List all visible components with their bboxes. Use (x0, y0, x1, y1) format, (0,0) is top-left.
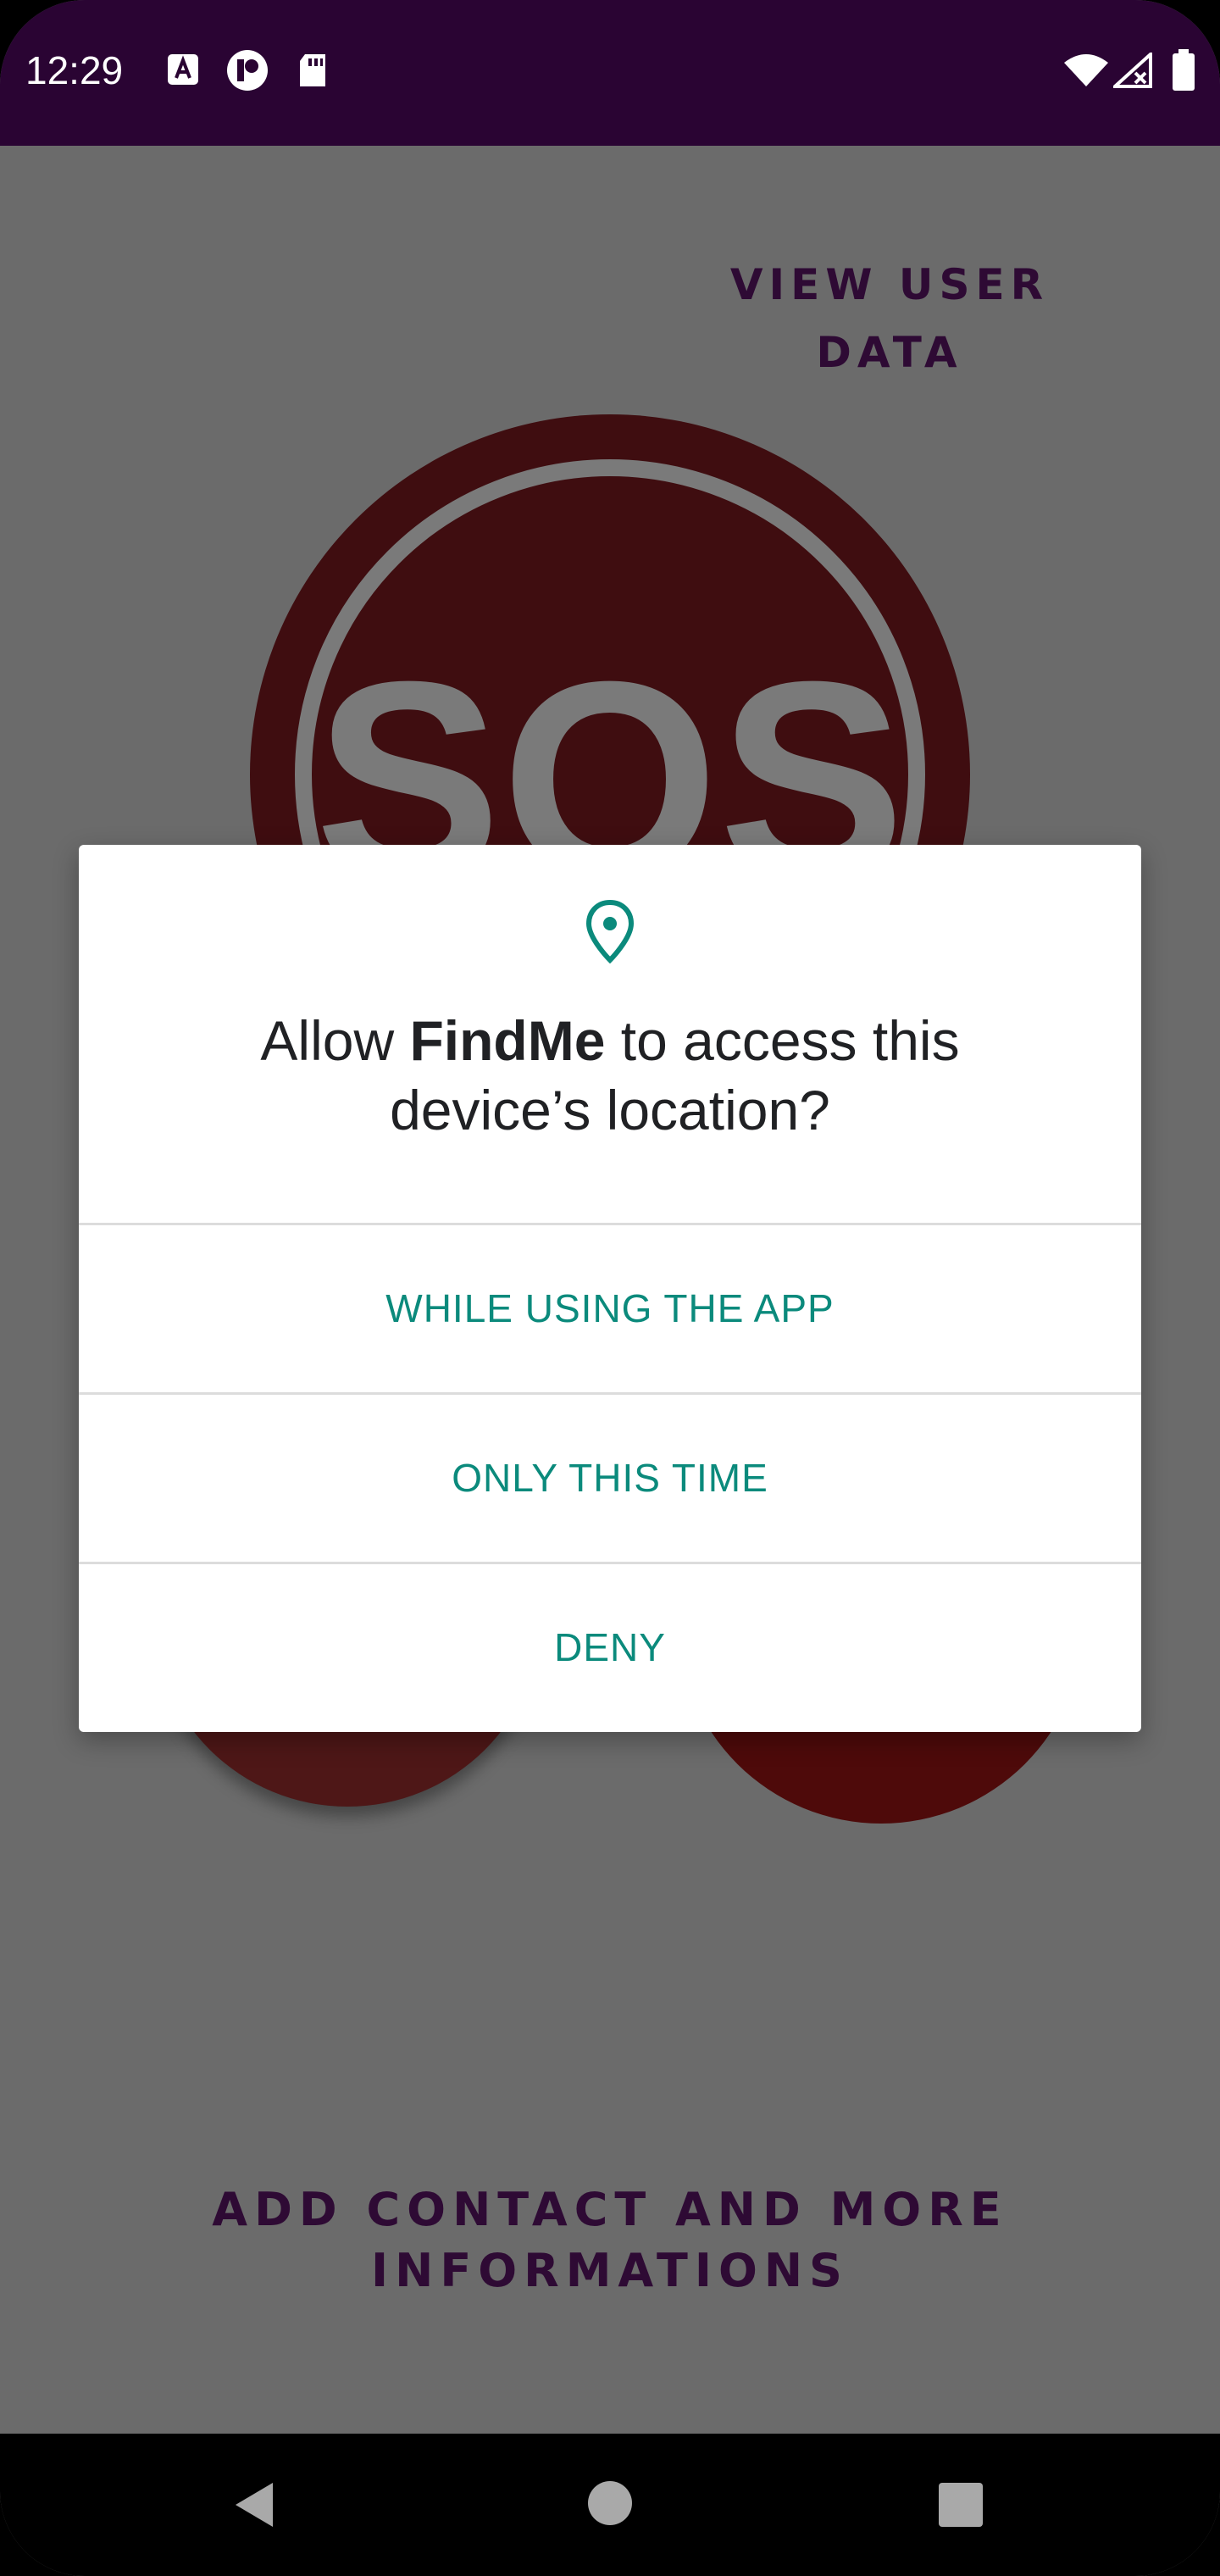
home-icon[interactable] (588, 2481, 632, 2525)
recents-icon[interactable] (939, 2483, 983, 2527)
dialog-title-prefix: Allow (260, 1009, 410, 1072)
view-user-data-button[interactable]: VIEW USER DATA (661, 251, 1118, 377)
back-icon[interactable] (232, 2481, 276, 2529)
wifi-icon (1062, 53, 1110, 92)
location-permission-dialog: Allow FindMe to access this device’s loc… (79, 845, 1141, 1732)
status-bar: 12:29 (0, 0, 1220, 146)
dialog-title-line2: device’s location? (390, 1079, 830, 1141)
text-a-icon (166, 53, 200, 91)
add-contact-label-line1: ADD CONTACT AND MORE (212, 2183, 1008, 2236)
battery-icon (1171, 49, 1196, 96)
sd-card-icon (297, 53, 329, 92)
add-contact-button[interactable]: ADD CONTACT AND MORE INFORMATIONS (186, 2179, 1034, 2301)
while-using-app-button[interactable]: WHILE USING THE APP (79, 1225, 1141, 1392)
app-notification-icon (225, 49, 269, 96)
status-time: 12:29 (25, 48, 124, 92)
location-pin-icon (585, 899, 635, 963)
dialog-app-name: FindMe (409, 1009, 606, 1072)
navigation-bar (0, 2434, 1220, 2576)
phone-screen: 12:29 VIEW USER DATA SOS ADD CONTACT AND… (0, 0, 1220, 2576)
deny-button[interactable]: DENY (79, 1564, 1141, 1731)
add-contact-label-line2: INFORMATIONS (371, 2244, 849, 2297)
dialog-title-suffix: to access this (605, 1009, 960, 1072)
dialog-title: Allow FindMe to access this device’s loc… (130, 1006, 1090, 1145)
only-this-time-button[interactable]: ONLY THIS TIME (79, 1395, 1141, 1562)
signal-icon (1110, 50, 1154, 92)
